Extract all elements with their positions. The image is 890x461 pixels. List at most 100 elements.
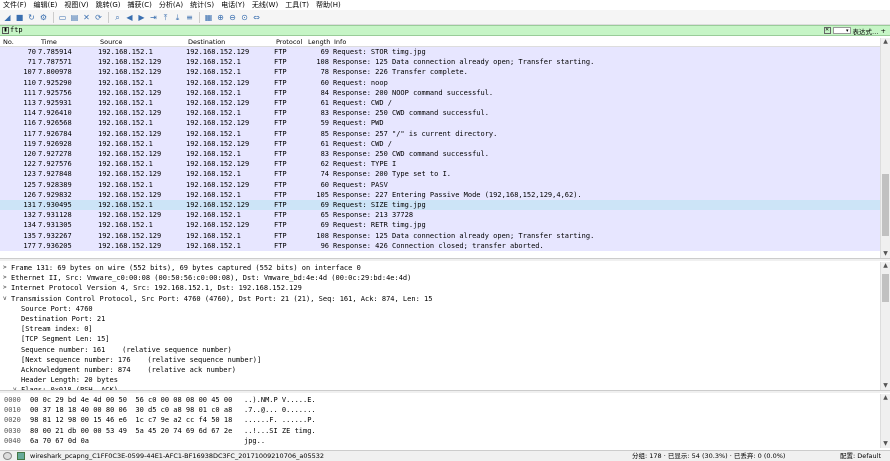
reload-icon[interactable]: ⟳ bbox=[93, 12, 104, 23]
packet-row[interactable]: 135 7.932267 192.168.152.129 192.168.152.1 F… bbox=[0, 230, 880, 241]
detail-tree-item[interactable]: Sequence number: 161 (relative sequence … bbox=[0, 345, 880, 355]
first-packet-icon[interactable]: ⤒ bbox=[160, 12, 171, 23]
detail-tree-item[interactable]: Source Port: 4760 bbox=[0, 304, 880, 314]
packet-row[interactable]: 125 7.928389 192.168.152.1 192.168.152.129 F… bbox=[0, 179, 880, 190]
detail-tree-item[interactable]: > Internet Protocol Version 4, Src: 192.1… bbox=[0, 283, 880, 293]
restart-icon[interactable]: ↻ bbox=[26, 12, 37, 23]
bytes-row[interactable]: 0000 00 0c 29 bd 4e 4d 00 50 56 c0 00 08 … bbox=[0, 395, 880, 405]
col-source-header[interactable]: Source bbox=[100, 38, 122, 47]
detail-tree-item[interactable]: [Stream index: 0] bbox=[0, 324, 880, 334]
detail-tree-item[interactable]: Header Length: 20 bytes bbox=[0, 375, 880, 385]
detail-tree-item[interactable]: Acknowledgment number: 874 (relative ack… bbox=[0, 365, 880, 375]
scroll-down-arrow-icon[interactable]: ▼ bbox=[881, 250, 890, 258]
detail-tree-item[interactable]: > Ethernet II, Src: Vmware_c0:00:08 (00:5… bbox=[0, 273, 880, 283]
zoom-out-icon[interactable]: ⊖ bbox=[227, 12, 238, 23]
col-length-header[interactable]: Length bbox=[308, 38, 330, 47]
menu-item[interactable]: 编辑(E) bbox=[31, 0, 62, 10]
packet-row[interactable]: 132 7.931128 192.168.152.129 192.168.152.1 F… bbox=[0, 210, 880, 221]
packet-row[interactable]: 71 7.787571 192.168.152.129 192.168.152.1 FT… bbox=[0, 57, 880, 68]
pane-splitter[interactable] bbox=[0, 390, 890, 393]
scroll-thumb[interactable] bbox=[882, 274, 889, 302]
detail-tree-item[interactable]: [TCP Segment Len: 15] bbox=[0, 334, 880, 344]
scroll-up-arrow-icon[interactable]: ▲ bbox=[881, 262, 890, 270]
bytes-row[interactable]: 0010 00 37 18 18 40 00 80 06 30 d5 c0 a8 … bbox=[0, 405, 880, 415]
menu-item[interactable]: 视图(V) bbox=[61, 0, 92, 10]
packet-row[interactable]: 114 7.926410 192.168.152.129 192.168.152.1 F… bbox=[0, 108, 880, 119]
packet-row[interactable]: 123 7.927848 192.168.152.129 192.168.152.1 F… bbox=[0, 169, 880, 180]
col-info-header[interactable]: Info bbox=[334, 38, 346, 47]
open-folder-icon[interactable]: ▭ bbox=[57, 12, 68, 23]
packet-row[interactable]: 126 7.929832 192.168.152.129 192.168.152.1 F… bbox=[0, 189, 880, 200]
scroll-down-arrow-icon[interactable]: ▼ bbox=[881, 440, 890, 448]
packet-row[interactable]: 120 7.927278 192.168.152.129 192.168.152.1 F… bbox=[0, 149, 880, 160]
options-gear-icon[interactable]: ⚙ bbox=[38, 12, 49, 23]
resize-columns-icon[interactable]: ⇔ bbox=[251, 12, 262, 23]
capture-file-icon[interactable] bbox=[17, 452, 25, 460]
packet-row[interactable]: 116 7.926568 192.168.152.1 192.168.152.129 F… bbox=[0, 118, 880, 129]
expert-info-icon[interactable] bbox=[3, 452, 12, 460]
colorize-icon[interactable]: ▦ bbox=[203, 12, 214, 23]
bytes-row[interactable]: 0040 6a 70 67 0d 0a jpg.. bbox=[0, 436, 880, 446]
menu-item[interactable]: 跳转(G) bbox=[93, 0, 125, 10]
find-icon[interactable]: ⌕ bbox=[112, 12, 123, 23]
detail-tree-item[interactable]: v Transmission Control Protocol, Src Port… bbox=[0, 294, 880, 304]
col-time-header[interactable]: Time bbox=[41, 38, 57, 47]
detail-tree-item[interactable]: > Frame 131: 69 bytes on wire (552 bits),… bbox=[0, 263, 880, 273]
save-file-icon[interactable]: ▤ bbox=[69, 12, 80, 23]
menu-item[interactable]: 工具(T) bbox=[282, 0, 313, 10]
packet-details-pane[interactable]: > Frame 131: 69 bytes on wire (552 bits),… bbox=[0, 262, 880, 390]
stop-square-icon[interactable]: ■ bbox=[14, 12, 25, 23]
bytes-row[interactable]: 0020 98 81 12 98 00 15 46 e6 1c c7 9e a2 … bbox=[0, 415, 880, 425]
expand-arrow-icon[interactable]: v bbox=[3, 294, 7, 304]
packet-list-scrollbar[interactable]: ▲ ▼ bbox=[880, 38, 890, 258]
packet-row[interactable]: 177 7.936205 192.168.152.129 192.168.152.1 F… bbox=[0, 240, 880, 251]
packet-list[interactable]: 70 7.785914 192.168.152.1 192.168.152.129 FT… bbox=[0, 47, 880, 258]
menu-item[interactable]: 分析(A) bbox=[156, 0, 187, 10]
col-protocol-header[interactable]: Protocol bbox=[276, 38, 302, 47]
packet-row[interactable]: 113 7.925931 192.168.152.1 192.168.152.129 F… bbox=[0, 98, 880, 109]
scroll-down-arrow-icon[interactable]: ▼ bbox=[881, 382, 890, 390]
bytes-row[interactable]: 0030 80 00 21 db 00 00 53 49 5a 45 20 74 … bbox=[0, 426, 880, 436]
pane-splitter[interactable] bbox=[0, 258, 890, 261]
detail-tree-item[interactable]: Destination Port: 21 bbox=[0, 314, 880, 324]
recent-filters-dropdown[interactable]: ▾ bbox=[832, 27, 851, 34]
menu-item[interactable]: 无线(W) bbox=[249, 0, 282, 10]
bytes-scrollbar[interactable]: ▲ ▼ bbox=[880, 394, 890, 448]
detail-tree-item[interactable]: [Next sequence number: 176 (relative seq… bbox=[0, 355, 880, 365]
details-scrollbar[interactable]: ▲ ▼ bbox=[880, 262, 890, 390]
packet-row[interactable]: 110 7.925290 192.168.152.1 192.168.152.129 F… bbox=[0, 77, 880, 88]
shark-fin-start-icon[interactable]: ◢ bbox=[2, 12, 13, 23]
packet-row[interactable]: 119 7.926928 192.168.152.1 192.168.152.129 F… bbox=[0, 138, 880, 149]
go-to-packet-icon[interactable]: ⇥ bbox=[148, 12, 159, 23]
expand-arrow-icon[interactable]: > bbox=[3, 283, 7, 293]
packet-bytes-pane[interactable]: 0000 00 0c 29 bd 4e 4d 00 50 56 c0 00 08 … bbox=[0, 394, 880, 448]
col-destination-header[interactable]: Destination bbox=[188, 38, 225, 47]
menu-item[interactable]: 电话(Y) bbox=[218, 0, 249, 10]
packet-row[interactable]: 111 7.925756 192.168.152.129 192.168.152.1 F… bbox=[0, 87, 880, 98]
col-no-header[interactable]: No. bbox=[3, 38, 14, 47]
add-filter-button[interactable]: + bbox=[881, 27, 886, 35]
expand-arrow-icon[interactable]: > bbox=[3, 263, 7, 273]
packet-row[interactable]: 134 7.931305 192.168.152.1 192.168.152.129 F… bbox=[0, 220, 880, 231]
menu-item[interactable]: 帮助(H) bbox=[313, 0, 345, 10]
scroll-up-arrow-icon[interactable]: ▲ bbox=[881, 38, 890, 46]
go-forward-icon[interactable]: ▶ bbox=[136, 12, 147, 23]
expand-arrow-icon[interactable]: > bbox=[3, 273, 7, 283]
clear-filter-icon[interactable]: ✕ bbox=[823, 27, 831, 34]
display-filter-input[interactable] bbox=[0, 26, 824, 35]
packet-row[interactable]: 107 7.800978 192.168.152.129 192.168.152.1 F… bbox=[0, 67, 880, 78]
last-packet-icon[interactable]: ⤓ bbox=[172, 12, 183, 23]
auto-scroll-icon[interactable]: ≡ bbox=[184, 12, 195, 23]
expression-button[interactable]: 表达式… bbox=[853, 26, 879, 36]
zoom-in-icon[interactable]: ⊕ bbox=[215, 12, 226, 23]
close-file-icon[interactable]: ✕ bbox=[81, 12, 92, 23]
menu-item[interactable]: 捕获(C) bbox=[125, 0, 156, 10]
menu-item[interactable]: 文件(F) bbox=[0, 0, 31, 10]
go-back-icon[interactable]: ◀ bbox=[124, 12, 135, 23]
scroll-up-arrow-icon[interactable]: ▲ bbox=[881, 394, 890, 402]
zoom-normal-icon[interactable]: ⊙ bbox=[239, 12, 250, 23]
profile-name[interactable]: 配置: Default bbox=[840, 451, 881, 461]
packet-row[interactable]: 122 7.927576 192.168.152.1 192.168.152.129 F… bbox=[0, 159, 880, 170]
scroll-thumb[interactable] bbox=[882, 174, 889, 236]
packet-row[interactable]: 131 7.930495 192.168.152.1 192.168.152.129 F… bbox=[0, 200, 880, 211]
